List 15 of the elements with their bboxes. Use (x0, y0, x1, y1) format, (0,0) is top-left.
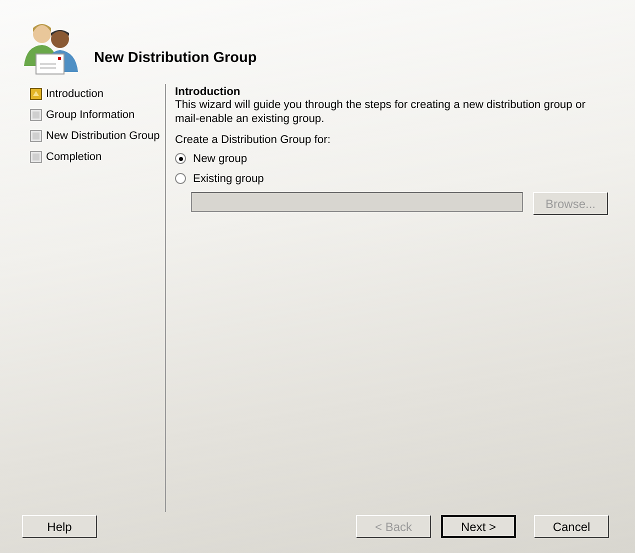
option-prompt: Create a Distribution Group for: (175, 134, 332, 146)
step-label: New Distribution Group (46, 130, 160, 142)
radio-label[interactable]: New group (193, 152, 248, 164)
step-label: Group Information (46, 109, 135, 121)
wizard-button[interactable]: Help (22, 515, 97, 538)
radio-button[interactable] (175, 153, 186, 164)
wizard-title: New Distribution Group (94, 50, 257, 68)
radio-button[interactable] (175, 173, 186, 184)
page-description: This wizard will guide you through the steps for creating a new distribution group or mail-enable an existing group. (175, 98, 586, 126)
wizard-button[interactable]: Cancel (534, 515, 609, 538)
page-heading: Introduction (175, 86, 242, 98)
step-label: Introduction (46, 88, 104, 100)
step-label: Completion (46, 151, 102, 163)
radio-label[interactable]: Existing group (193, 172, 264, 184)
wizard-button[interactable]: Next > (441, 515, 516, 538)
